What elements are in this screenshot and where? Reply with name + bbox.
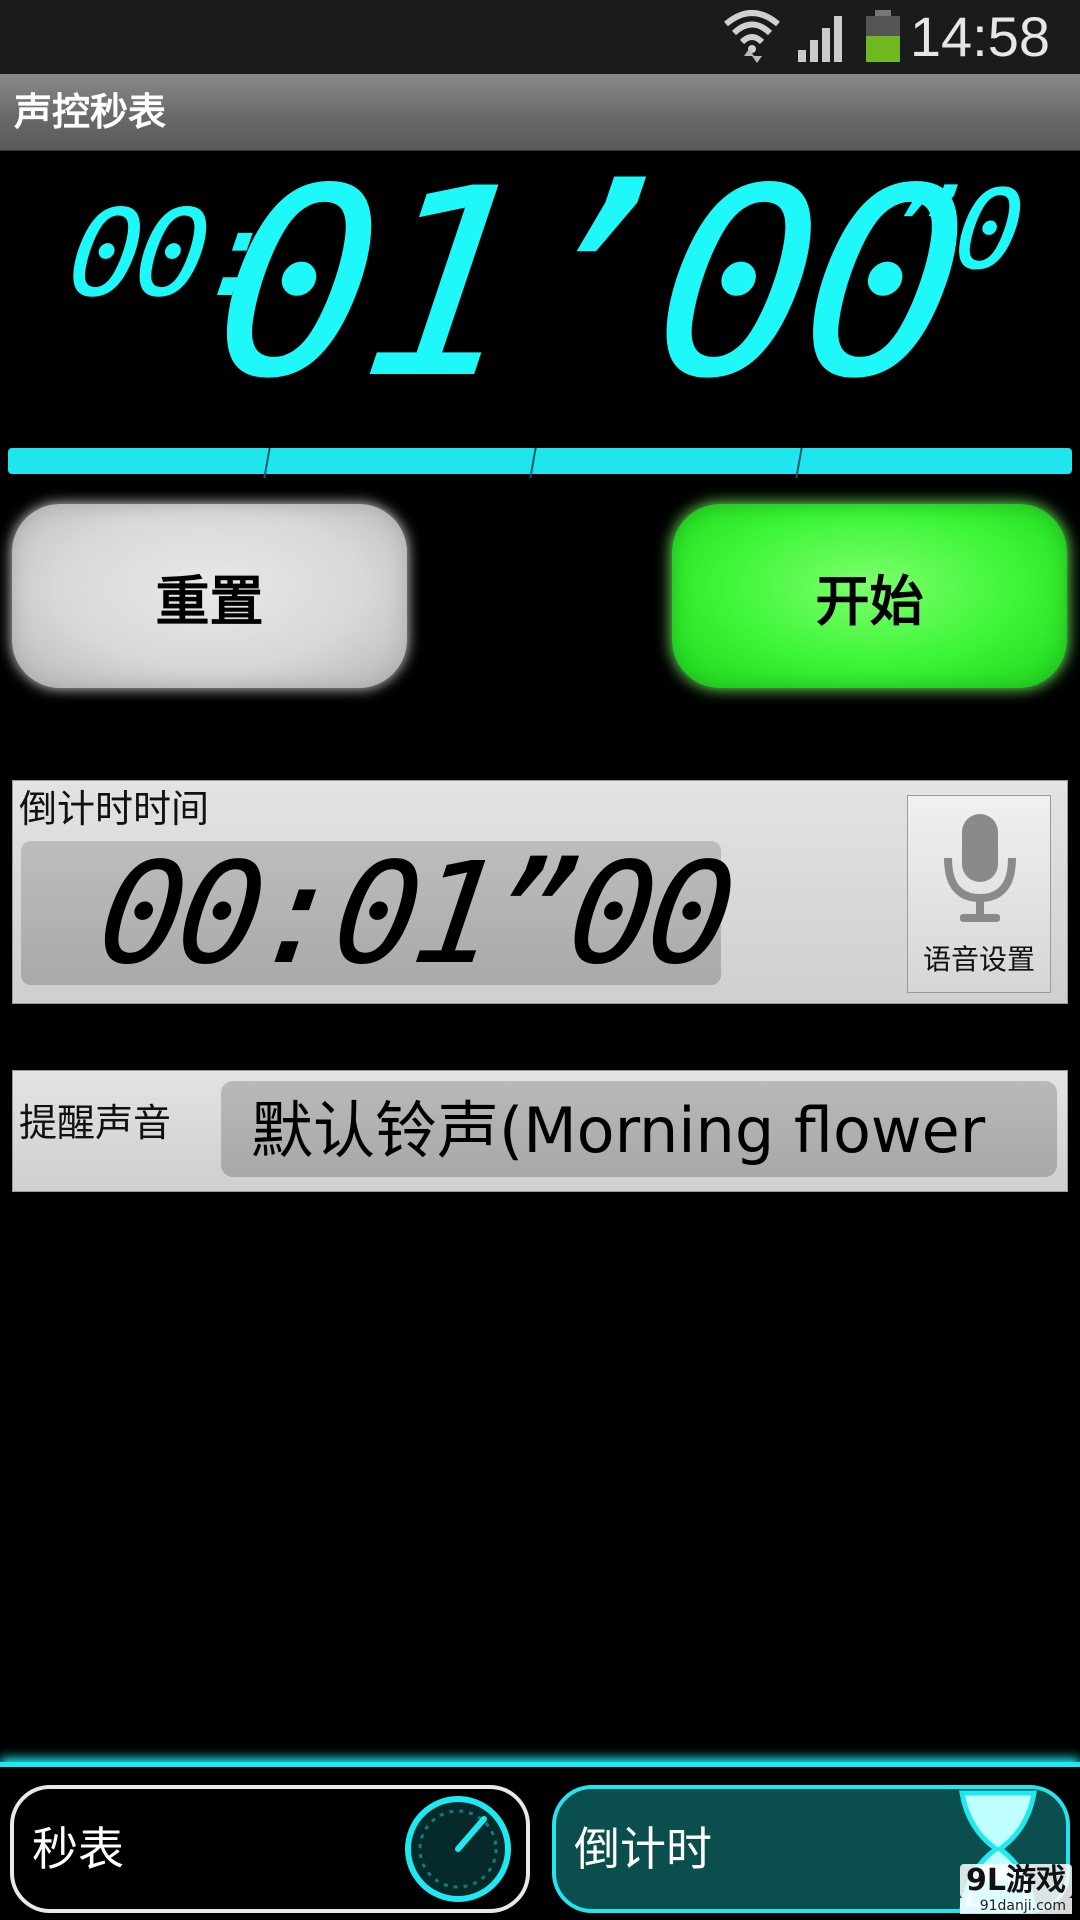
status-clock: 14:58 [909, 5, 1050, 68]
start-button[interactable]: 开始 [672, 504, 1067, 688]
wifi-icon [724, 10, 780, 63]
battery-icon [866, 10, 900, 62]
voice-settings-label: 语音设置 [922, 943, 1035, 976]
voice-settings-button[interactable]: 语音设置 [907, 795, 1051, 993]
watermark-logo: 9L游戏 91danji.com [960, 1864, 1072, 1914]
progress-tick [795, 448, 803, 478]
timer-minutes-seconds: 01’00 [198, 134, 974, 436]
reminder-sound-panel: 提醒声音 默认铃声(Morning flower [12, 1070, 1068, 1192]
stopwatch-dial-icon [405, 1796, 511, 1902]
tab-stopwatch-label: 秒表 [32, 1822, 124, 1876]
tab-stopwatch[interactable]: 秒表 [10, 1785, 530, 1913]
tab-countdown-label: 倒计时 [574, 1822, 712, 1876]
reminder-sound-label: 提醒声音 [19, 1101, 172, 1145]
screen: 14:58 声控秒表 00: 01’00 ”0 重置 开始 倒计时时间 00:0… [0, 0, 1080, 1920]
countdown-time-field[interactable]: 00:01”00 [21, 833, 739, 996]
watermark-url: 91danji.com [960, 1898, 1072, 1914]
timer-tenths: ”0 [881, 166, 1032, 294]
status-bar: 14:58 [0, 0, 1080, 74]
app-title: 声控秒表 [14, 90, 167, 134]
bottom-tab-bar: 秒表 倒计时 [0, 1762, 1080, 1920]
reminder-sound-value: 默认铃声(Morning flower [251, 1094, 986, 1167]
progress-tick [263, 448, 271, 478]
countdown-label: 倒计时时间 [19, 787, 210, 831]
reminder-sound-selector[interactable]: 默认铃声(Morning flower [221, 1081, 1057, 1177]
progress-tick [529, 448, 537, 478]
watermark-text: 9L游戏 [960, 1864, 1072, 1898]
countdown-time-value: 00:01”00 [89, 833, 739, 996]
signal-icon [798, 16, 842, 62]
progress-bar [8, 448, 1072, 478]
microphone-icon [944, 814, 1016, 922]
countdown-panel: 倒计时时间 00:01”00 语音设置 [12, 780, 1068, 1004]
timer-display: 00: 01’00 ”0 [0, 134, 1080, 440]
reset-button[interactable]: 重置 [12, 504, 407, 688]
